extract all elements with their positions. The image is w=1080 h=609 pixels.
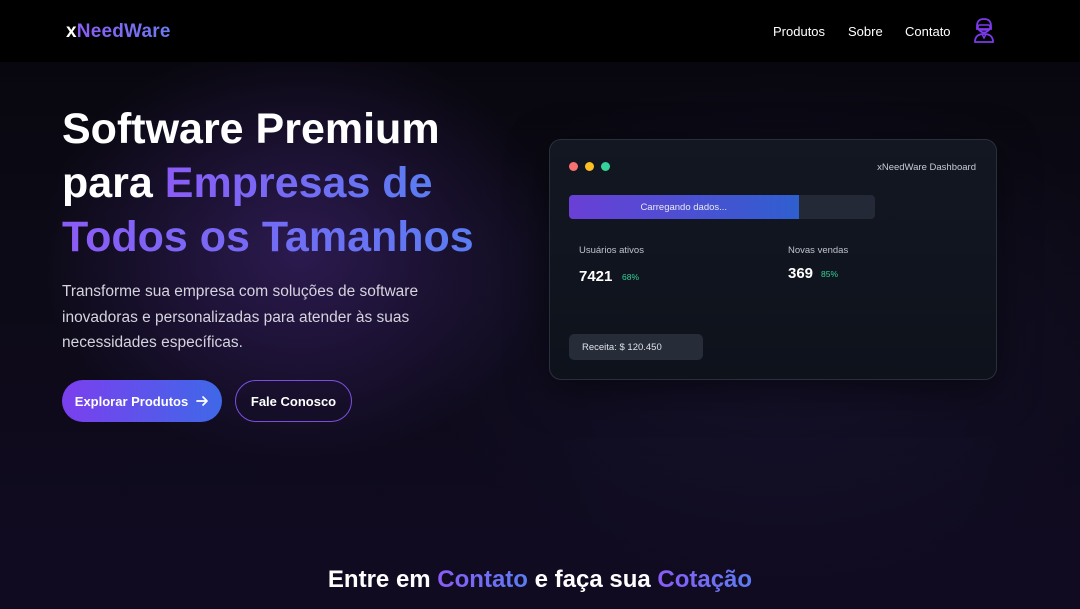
- explore-products-label: Explorar Produtos: [74, 393, 189, 409]
- nav-link-contato[interactable]: Contato: [905, 24, 951, 39]
- contact-section-title: Entre em Contato e faça sua Cotação: [0, 566, 1080, 594]
- stat-active-users-percent: 68%: [622, 272, 640, 282]
- hero-title-line2-highlight: Empresas de: [164, 159, 433, 207]
- revenue-text: Receita: $ 120.450: [582, 341, 662, 353]
- hero-title-line1: Software Premium: [62, 105, 440, 153]
- loading-progress-label: Carregando dados...: [640, 201, 728, 213]
- top-navbar: xNeedWare Produtos Sobre Contato: [0, 0, 1080, 62]
- contact-title-part3: e faça sua: [527, 566, 658, 593]
- arrow-right-icon: [196, 396, 209, 406]
- contact-title-highlight2: Cotação: [657, 566, 753, 593]
- loading-progress-bar: Carregando dados...: [569, 195, 875, 219]
- loading-progress-fill: Carregando dados...: [569, 195, 799, 219]
- contact-title-highlight1: Contato: [437, 566, 528, 593]
- dashboard-title: xNeedWare Dashboard: [877, 162, 976, 173]
- stat-new-sales-value: 369: [788, 265, 814, 282]
- nav-link-produtos[interactable]: Produtos: [773, 24, 825, 39]
- stat-new-sales-percent: 85%: [821, 269, 839, 279]
- nav-link-sobre[interactable]: Sobre: [848, 24, 883, 39]
- user-hacker-icon[interactable]: [973, 17, 995, 43]
- dashboard-preview-card: xNeedWare Dashboard Carregando dados... …: [549, 139, 997, 380]
- window-dot-yellow: [585, 162, 594, 171]
- brand-logo[interactable]: xNeedWare: [66, 21, 171, 43]
- stat-new-sales-label: Novas vendas: [788, 245, 849, 256]
- explore-products-button[interactable]: Explorar Produtos: [62, 380, 222, 422]
- hero-title-line2-plain: para: [62, 159, 165, 207]
- hero-title: Software Premium para Empresas de Todos …: [62, 102, 532, 264]
- logo-prefix: x: [66, 21, 77, 42]
- window-dot-green: [601, 162, 610, 171]
- hero-title-line3-highlight: Todos os Tamanhos: [62, 213, 474, 261]
- stat-active-users-value: 7421: [579, 268, 613, 285]
- contact-us-button[interactable]: Fale Conosco: [235, 380, 352, 422]
- logo-text: NeedWare: [76, 21, 171, 42]
- window-dot-red: [569, 162, 578, 171]
- contact-title-part1: Entre em: [327, 566, 438, 593]
- revenue-badge: Receita: $ 120.450: [569, 334, 703, 360]
- contact-us-label: Fale Conosco: [250, 393, 337, 409]
- hero-description: Transforme sua empresa com soluções de s…: [62, 283, 419, 351]
- stat-active-users-label: Usuários ativos: [579, 245, 644, 256]
